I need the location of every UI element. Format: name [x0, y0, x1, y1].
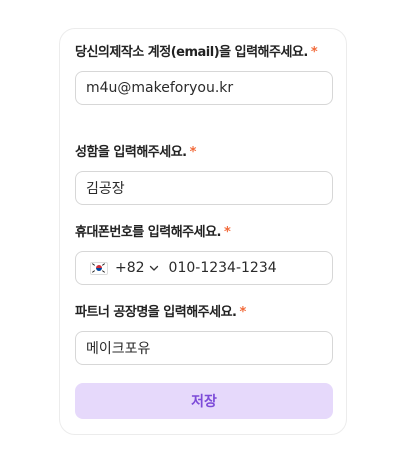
name-field[interactable]: 김공장 [75, 171, 333, 205]
name-label: 성함을 입력해주세요. * [75, 145, 197, 160]
required-mark: * [224, 225, 231, 240]
phone-number-input[interactable]: 010-1234-1234 [169, 260, 277, 276]
required-mark: * [239, 305, 246, 320]
email-value: m4u@makeforyou.kr [86, 80, 234, 96]
email-field[interactable]: m4u@makeforyou.kr [75, 71, 333, 105]
required-mark: * [189, 145, 197, 160]
country-code-select[interactable]: +82 [115, 260, 145, 276]
name-field-group: 성함을 입력해주세요. * 김공장 [75, 143, 333, 205]
required-mark: * [310, 45, 318, 60]
factory-name-label: 파트너 공장명을 입력해주세요. * [75, 305, 246, 320]
phone-field-group: 휴대폰번호를 입력해주세요. * +82 010-1234-1234 [75, 223, 333, 285]
phone-label: 휴대폰번호를 입력해주세요. * [75, 225, 231, 240]
factory-name-field-group: 파트너 공장명을 입력해주세요. * 메이크포유 [75, 303, 333, 365]
email-label: 당신의제작소 계정(email)을 입력해주세요. * [75, 45, 318, 60]
phone-field[interactable]: +82 010-1234-1234 [75, 251, 333, 285]
name-value: 김공장 [86, 181, 125, 197]
factory-name-value: 메이크포유 [86, 341, 151, 357]
email-field-group: 당신의제작소 계정(email)을 입력해주세요. * m4u@makeforyo… [75, 43, 333, 105]
chevron-down-icon[interactable] [149, 263, 159, 273]
factory-name-field[interactable]: 메이크포유 [75, 331, 333, 365]
save-button[interactable]: 저장 [75, 383, 333, 419]
form-card: 당신의제작소 계정(email)을 입력해주세요. * m4u@makeforyo… [59, 28, 347, 435]
korea-flag-icon [90, 261, 108, 275]
